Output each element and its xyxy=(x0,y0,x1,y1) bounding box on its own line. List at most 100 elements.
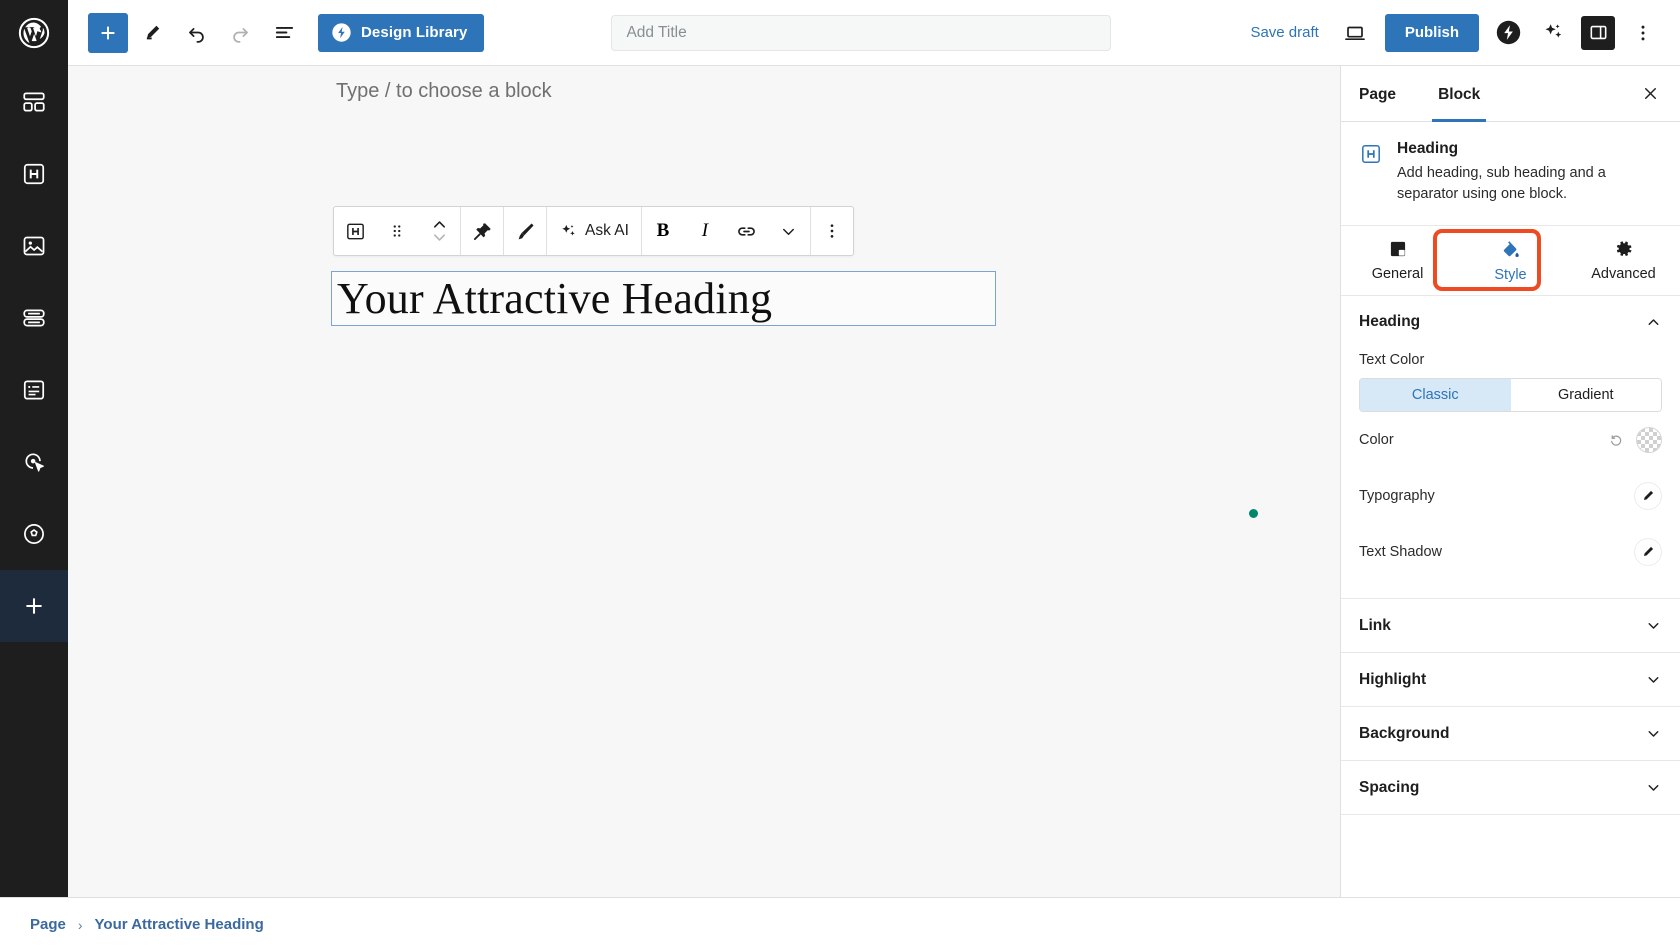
list-view-button[interactable] xyxy=(264,13,304,53)
preview-button[interactable] xyxy=(1334,12,1376,54)
top-bar-center xyxy=(484,15,1238,51)
pencil-icon xyxy=(1641,489,1655,503)
color-swatch-button[interactable] xyxy=(1636,427,1662,453)
undo-arrow-icon xyxy=(185,21,208,44)
block-options-button[interactable] xyxy=(811,207,853,255)
lightning-bolt-circle-icon xyxy=(331,22,352,43)
toolbar-group-ai: Ask AI xyxy=(547,207,642,255)
block-placeholder-text[interactable]: Type / to choose a block xyxy=(336,80,552,103)
editor-canvas[interactable]: Type / to choose a block xyxy=(68,66,1340,897)
ai-assistant-button[interactable] xyxy=(1532,12,1574,54)
panel-tabs: Page Block xyxy=(1341,66,1680,122)
block-settings-panel: Page Block Heading Add heading, sub head… xyxy=(1340,66,1680,897)
link-icon xyxy=(735,220,758,243)
toolbar-group-pin xyxy=(461,207,504,255)
sidebar-item-image[interactable] xyxy=(0,210,68,282)
toolbar-group-brush xyxy=(504,207,547,255)
tab-block[interactable]: Block xyxy=(1436,66,1482,122)
plus-icon xyxy=(21,593,47,619)
typography-control-row: Typography xyxy=(1359,468,1662,524)
sidebar-item-add[interactable] xyxy=(0,570,68,642)
sidebar-panel-icon xyxy=(1588,22,1609,43)
section-background[interactable]: Background xyxy=(1341,706,1680,760)
click-target-icon xyxy=(21,449,47,475)
heading-block-selected[interactable]: Your Attractive Heading xyxy=(331,271,996,326)
color-mode-gradient[interactable]: Gradient xyxy=(1511,379,1662,411)
top-bar-left-tools: Design Library xyxy=(68,13,484,53)
bold-button[interactable]: B xyxy=(642,207,684,255)
pencil-tools-icon xyxy=(141,22,163,44)
segment-tab-general[interactable]: General xyxy=(1341,226,1454,295)
italic-button[interactable]: I xyxy=(684,207,726,255)
heading-section-body: Text Color Classic Gradient Color xyxy=(1341,348,1680,598)
add-block-button[interactable] xyxy=(88,13,128,53)
left-sidebar-rail xyxy=(0,0,68,897)
tab-page[interactable]: Page xyxy=(1357,66,1398,122)
publish-button[interactable]: Publish xyxy=(1385,14,1479,52)
sidebar-item-card-content[interactable] xyxy=(0,354,68,426)
heading-section-header[interactable]: Heading xyxy=(1341,296,1680,348)
drag-handle-button[interactable] xyxy=(376,207,418,255)
heading-block-type-icon xyxy=(344,220,367,243)
wordpress-block-editor: Design Library Save draft Publish xyxy=(0,0,1680,951)
section-link-label: Link xyxy=(1359,617,1391,635)
section-link[interactable]: Link xyxy=(1341,598,1680,652)
breadcrumb-separator: › xyxy=(78,917,83,933)
panel-bottom-divider xyxy=(1341,814,1680,815)
sidebar-item-dashboard-blocks[interactable] xyxy=(0,66,68,138)
move-block-button[interactable] xyxy=(418,207,460,255)
save-draft-button[interactable]: Save draft xyxy=(1238,24,1330,41)
close-panel-button[interactable] xyxy=(1636,80,1664,108)
image-icon xyxy=(21,233,47,259)
heading-h-icon xyxy=(1359,142,1383,205)
sparkles-ai-icon xyxy=(1541,21,1565,45)
color-reset-button[interactable] xyxy=(1609,433,1624,448)
design-library-label: Design Library xyxy=(361,24,467,41)
typography-edit-button[interactable] xyxy=(1634,482,1662,510)
segment-tab-advanced[interactable]: Advanced xyxy=(1567,226,1680,295)
sidebar-item-heading[interactable] xyxy=(0,138,68,210)
spectra-button[interactable] xyxy=(1487,12,1529,54)
redo-arrow-icon xyxy=(229,21,252,44)
block-info: Heading Add heading, sub heading and a s… xyxy=(1341,122,1680,226)
lightning-bolt-circle-icon xyxy=(1495,19,1522,46)
chevron-down-icon xyxy=(779,222,798,241)
heading-style-section: Heading Text Color Classic Gradient Colo… xyxy=(1341,296,1680,598)
settings-gear-circle-icon xyxy=(21,521,47,547)
sidebar-item-settings[interactable] xyxy=(0,498,68,570)
wordpress-logo-icon[interactable] xyxy=(0,0,68,66)
paint-brush-button[interactable] xyxy=(504,207,546,255)
design-library-button[interactable]: Design Library xyxy=(318,14,484,52)
block-info-description: Add heading, sub heading and a separator… xyxy=(1397,163,1662,205)
breadcrumb-heading[interactable]: Your Attractive Heading xyxy=(95,916,264,933)
editor-options-button[interactable] xyxy=(1622,12,1664,54)
paint-brush-icon xyxy=(514,220,537,243)
text-shadow-edit-button[interactable] xyxy=(1634,538,1662,566)
sidebar-item-click-target[interactable] xyxy=(0,426,68,498)
panel-indicator-dot xyxy=(1249,509,1258,518)
top-bar-right-tools: Save draft Publish xyxy=(1238,12,1680,54)
segment-tab-style-label: Style xyxy=(1494,267,1526,283)
color-mode-classic[interactable]: Classic xyxy=(1360,379,1511,411)
undo-button[interactable] xyxy=(176,13,216,53)
push-pin-icon xyxy=(471,220,494,243)
redo-button[interactable] xyxy=(220,13,260,53)
more-formats-button[interactable] xyxy=(768,207,810,255)
segment-tab-advanced-label: Advanced xyxy=(1591,266,1656,282)
card-content-icon xyxy=(21,377,47,403)
heading-block-text[interactable]: Your Attractive Heading xyxy=(337,277,772,321)
link-button[interactable] xyxy=(726,207,768,255)
breadcrumb-page[interactable]: Page xyxy=(30,916,66,933)
pin-button[interactable] xyxy=(461,207,503,255)
segment-tab-style[interactable]: Style xyxy=(1454,226,1567,295)
sidebar-toggle-button[interactable] xyxy=(1577,12,1619,54)
section-spacing[interactable]: Spacing xyxy=(1341,760,1680,814)
drag-handle-dots-icon xyxy=(388,222,406,240)
sidebar-item-rows-stack[interactable] xyxy=(0,282,68,354)
tools-button[interactable] xyxy=(132,13,172,53)
ask-ai-button[interactable]: Ask AI xyxy=(547,207,641,255)
block-type-button[interactable] xyxy=(334,207,376,255)
page-title-input[interactable] xyxy=(611,15,1111,51)
text-shadow-label: Text Shadow xyxy=(1359,544,1442,560)
section-highlight[interactable]: Highlight xyxy=(1341,652,1680,706)
